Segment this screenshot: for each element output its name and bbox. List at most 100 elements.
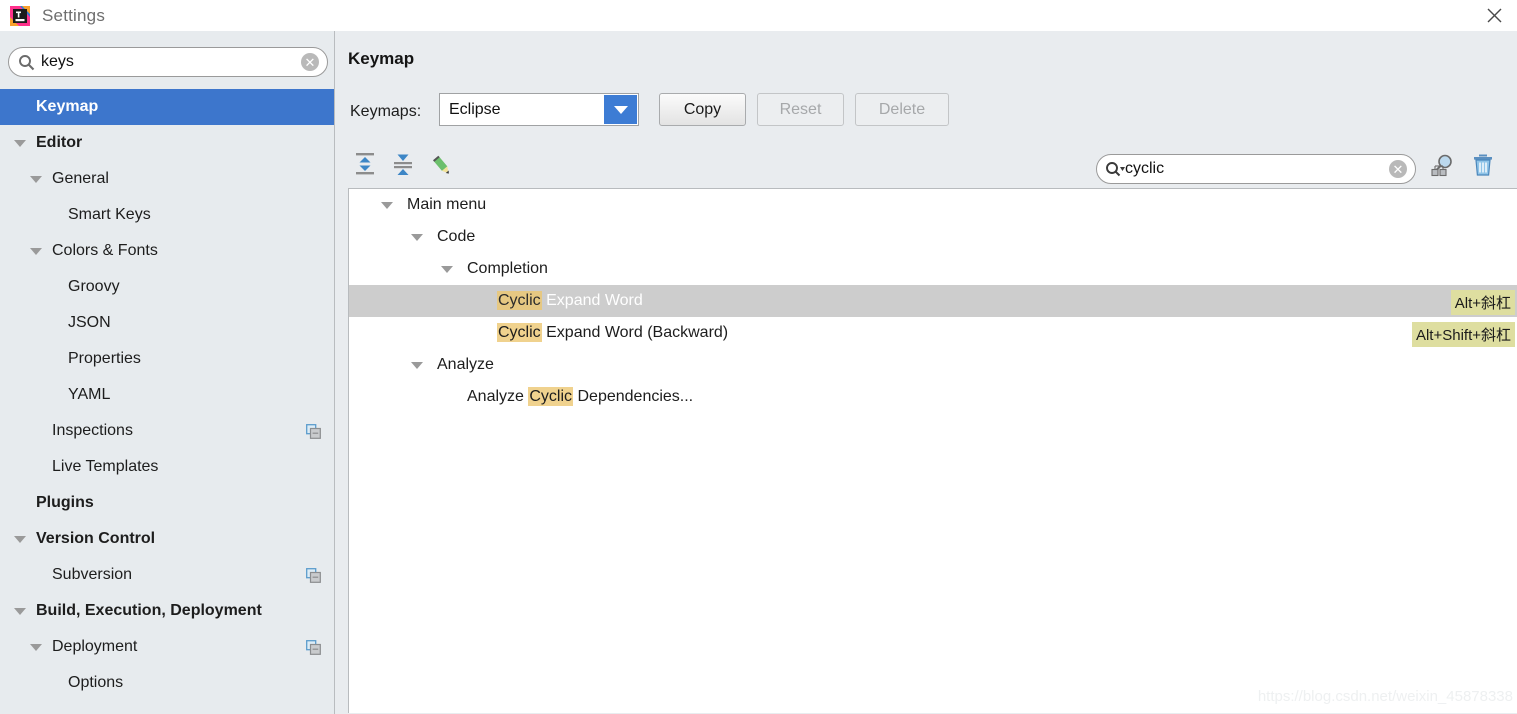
edit-shortcut-icon[interactable] bbox=[430, 151, 458, 177]
keymap-panel: Keymap Keymaps: Eclipse Copy Reset Delet… bbox=[336, 31, 1517, 714]
sidebar-nav-tree: Keymap Editor General Smart Keys Colors & Fo… bbox=[0, 89, 334, 701]
keymap-actions-tree[interactable]: Main menu Code Completion Cyclic Expand Wor… bbox=[348, 188, 1517, 713]
clear-icon[interactable]: ✕ bbox=[301, 53, 319, 71]
tree-row[interactable]: Main menu bbox=[349, 189, 1517, 221]
keymap-toolbar: cyclic ✕ bbox=[336, 141, 1517, 188]
tree-row[interactable]: Analyze Cyclic Dependencies... bbox=[349, 381, 1517, 413]
delete-button: Delete bbox=[855, 93, 949, 126]
keymaps-label: Keymaps: bbox=[350, 103, 422, 120]
tree-row-label: Cyclic Expand Word bbox=[497, 291, 643, 310]
sidebar-item-label: Smart Keys bbox=[68, 206, 151, 223]
search-dropdown-icon[interactable] bbox=[1105, 161, 1125, 178]
tree-expand-arrow-icon[interactable] bbox=[381, 201, 393, 209]
tree-row-label: Analyze bbox=[437, 356, 494, 374]
tree-row-label: Analyze Cyclic Dependencies... bbox=[467, 387, 693, 406]
collapse-all-icon[interactable] bbox=[390, 151, 418, 177]
tree-row-text: Expand Word (Backward) bbox=[541, 324, 729, 341]
sidebar-item-properties[interactable]: Properties bbox=[0, 341, 334, 377]
sidebar-item-json[interactable]: JSON bbox=[0, 305, 334, 341]
settings-dialog: Settings keys ✕ Keymap Editor General Sm… bbox=[0, 0, 1517, 714]
sidebar-item-general[interactable]: General bbox=[0, 161, 334, 197]
keymap-select-value: Eclipse bbox=[449, 100, 501, 118]
search-match-highlight: Cyclic bbox=[528, 387, 574, 406]
find-by-shortcut-icon[interactable] bbox=[1430, 152, 1456, 178]
intellij-idea-logo-icon bbox=[9, 5, 31, 27]
tree-expand-arrow-icon[interactable] bbox=[411, 233, 423, 241]
project-level-settings-icon bbox=[306, 424, 321, 439]
sidebar-item-label: Deployment bbox=[52, 638, 138, 655]
tree-expand-arrow-icon[interactable] bbox=[14, 139, 26, 147]
sidebar-item-label: Inspections bbox=[52, 422, 133, 439]
tree-row[interactable]: Analyze bbox=[349, 349, 1517, 381]
tree-row-label: Completion bbox=[467, 260, 548, 278]
sidebar-item-inspections[interactable]: Inspections bbox=[0, 413, 334, 449]
sidebar-item-label: Subversion bbox=[52, 566, 133, 583]
sidebar-item-label: Build, Execution, Deployment bbox=[36, 602, 262, 619]
sidebar-item-label: Live Templates bbox=[52, 458, 159, 475]
tree-row[interactable]: Cyclic Expand Word Alt+斜杠 bbox=[349, 285, 1517, 317]
tree-row-label: Cyclic Expand Word (Backward) bbox=[497, 323, 729, 342]
sidebar-item-plugins[interactable]: Plugins bbox=[0, 485, 334, 521]
sidebar-item-label: Properties bbox=[68, 350, 141, 367]
settings-sidebar: keys ✕ Keymap Editor General Smart Keys Colo… bbox=[0, 31, 335, 714]
chevron-down-icon[interactable] bbox=[604, 95, 637, 124]
sidebar-search-input[interactable]: keys bbox=[41, 54, 74, 70]
sidebar-item-label: Groovy bbox=[68, 278, 120, 295]
reset-button: Reset bbox=[757, 93, 844, 126]
sidebar-item-keymap[interactable]: Keymap bbox=[0, 89, 334, 125]
sidebar-item-label: General bbox=[52, 170, 109, 187]
sidebar-item-label: Plugins bbox=[36, 494, 94, 511]
sidebar-item-build-execution-deployment[interactable]: Build, Execution, Deployment bbox=[0, 593, 334, 629]
reset-filter-trash-icon[interactable] bbox=[1470, 152, 1496, 178]
tree-expand-arrow-icon[interactable] bbox=[441, 265, 453, 273]
tree-expand-arrow-icon[interactable] bbox=[14, 607, 26, 615]
search-match-highlight: Cyclic bbox=[497, 323, 542, 342]
project-level-settings-icon bbox=[306, 568, 321, 583]
tree-row[interactable]: Completion bbox=[349, 253, 1517, 285]
sidebar-item-label: JSON bbox=[68, 314, 111, 331]
tree-expand-arrow-icon[interactable] bbox=[30, 175, 42, 183]
search-icon bbox=[18, 54, 35, 71]
tree-expand-arrow-icon[interactable] bbox=[30, 643, 42, 651]
tree-row-text: Code bbox=[437, 228, 476, 245]
sidebar-item-version-control[interactable]: Version Control bbox=[0, 521, 334, 557]
sidebar-item-subversion[interactable]: Subversion bbox=[0, 557, 334, 593]
copy-button[interactable]: Copy bbox=[659, 93, 746, 126]
keymap-select[interactable]: Eclipse bbox=[439, 93, 639, 126]
expand-all-icon[interactable] bbox=[352, 151, 380, 177]
sidebar-item-colors-fonts[interactable]: Colors & Fonts bbox=[0, 233, 334, 269]
sidebar-item-live-templates[interactable]: Live Templates bbox=[0, 449, 334, 485]
tree-row[interactable]: Cyclic Expand Word (Backward) Alt+Shift+斜… bbox=[349, 317, 1517, 349]
tree-row-label: Main menu bbox=[407, 196, 486, 214]
sidebar-item-label: Keymap bbox=[36, 98, 99, 115]
close-icon[interactable] bbox=[1472, 0, 1517, 31]
title-bar: Settings bbox=[0, 0, 1517, 31]
shortcut-badge: Alt+Shift+斜杠 bbox=[1411, 322, 1515, 347]
sidebar-item-groovy[interactable]: Groovy bbox=[0, 269, 334, 305]
shortcut-filter-search[interactable]: cyclic ✕ bbox=[1096, 154, 1416, 184]
sidebar-item-editor[interactable]: Editor bbox=[0, 125, 334, 161]
tree-row-label: Code bbox=[437, 228, 475, 246]
tree-expand-arrow-icon[interactable] bbox=[14, 535, 26, 543]
tree-expand-arrow-icon[interactable] bbox=[30, 247, 42, 255]
sidebar-item-label: Editor bbox=[36, 134, 83, 151]
sidebar-item-smart-keys[interactable]: Smart Keys bbox=[0, 197, 334, 233]
shortcut-filter-input[interactable]: cyclic bbox=[1125, 161, 1164, 177]
sidebar-item-yaml[interactable]: YAML bbox=[0, 377, 334, 413]
tree-row[interactable]: Code bbox=[349, 221, 1517, 253]
sidebar-item-options[interactable]: Options bbox=[0, 665, 334, 701]
sidebar-item-label: Version Control bbox=[36, 530, 156, 547]
tree-row-text: Expand Word bbox=[541, 292, 643, 309]
tree-row-text: Analyze bbox=[467, 388, 529, 405]
shortcut-badge: Alt+斜杠 bbox=[1450, 290, 1515, 315]
search-match-highlight: Cyclic bbox=[497, 291, 542, 310]
sidebar-item-deployment[interactable]: Deployment bbox=[0, 629, 334, 665]
tree-row-text: Completion bbox=[467, 260, 548, 277]
page-title: Keymap bbox=[348, 49, 415, 68]
tree-expand-arrow-icon[interactable] bbox=[411, 361, 423, 369]
clear-icon[interactable]: ✕ bbox=[1389, 160, 1407, 178]
sidebar-search[interactable]: keys ✕ bbox=[8, 47, 328, 77]
project-level-settings-icon bbox=[306, 640, 321, 655]
tree-row-text: Analyze bbox=[437, 356, 494, 373]
sidebar-item-label: YAML bbox=[68, 386, 111, 403]
